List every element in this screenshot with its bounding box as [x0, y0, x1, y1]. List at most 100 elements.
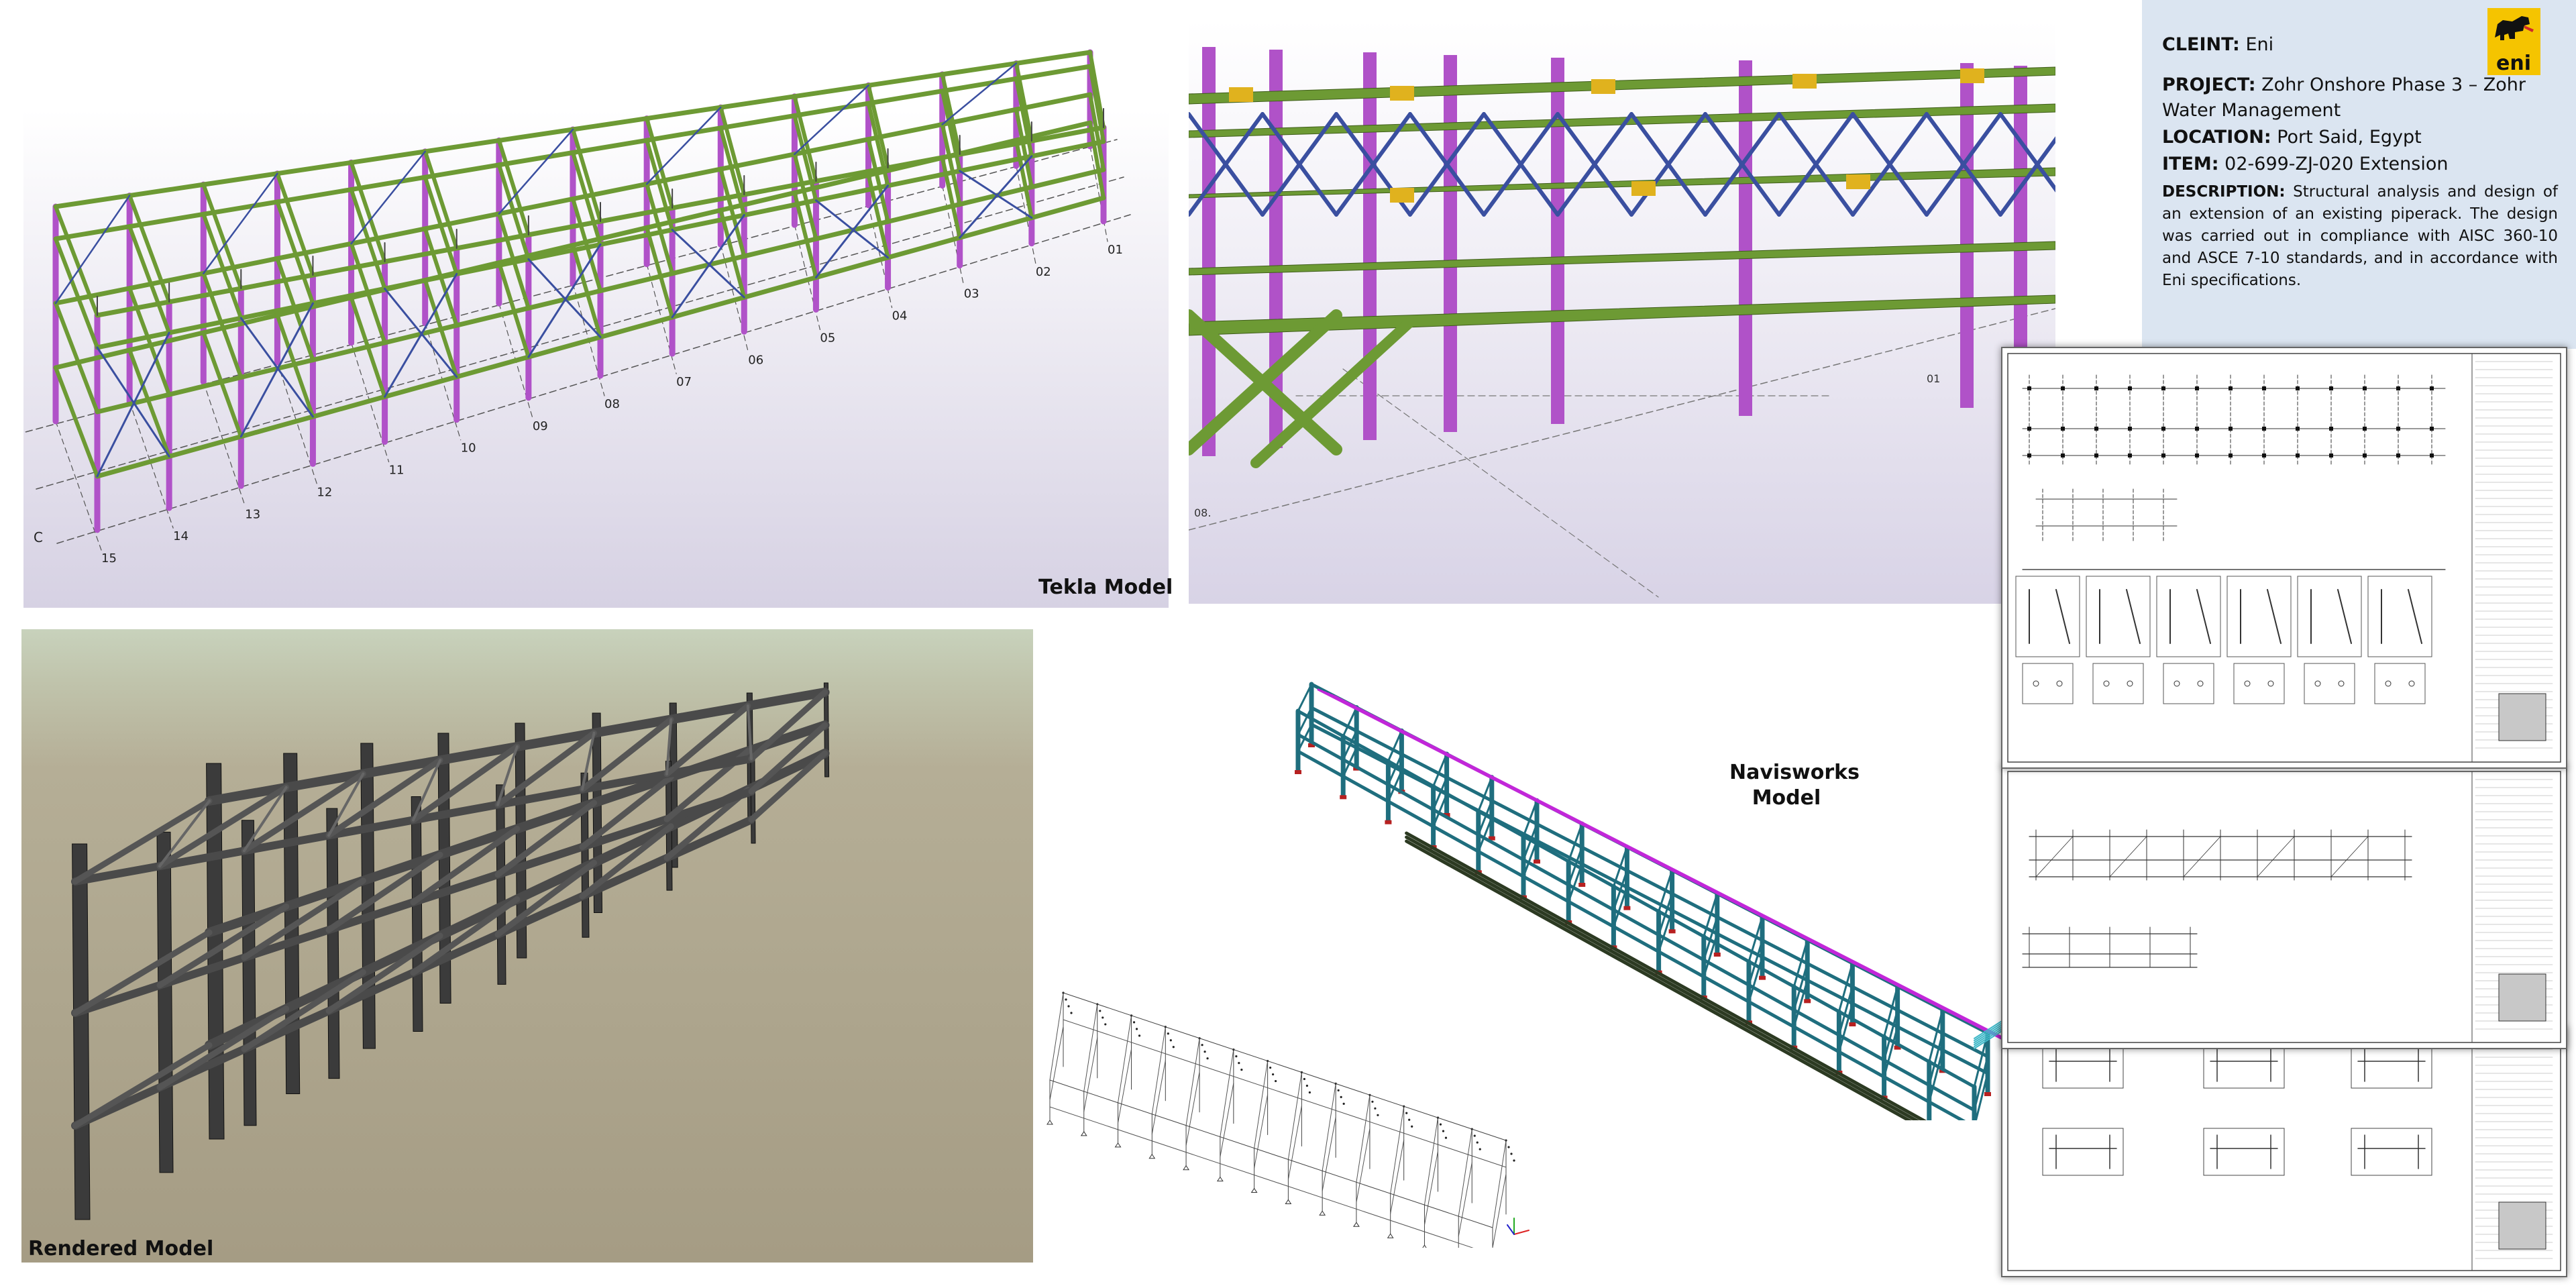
- plan-column: [2094, 453, 2098, 458]
- sheet-border: [2007, 771, 2561, 1043]
- plan-column: [2430, 427, 2434, 431]
- plan-column: [2396, 453, 2400, 458]
- anchor-bolt: [2127, 680, 2133, 687]
- tekla-longitudinal-beam: [201, 171, 280, 187]
- analytical-model-view: [1036, 979, 1540, 1248]
- rendered-model-drawing: [71, 682, 830, 1220]
- analytical-node: [1507, 1146, 1510, 1148]
- rendered-column: [241, 820, 257, 1126]
- anchor-bolt: [2244, 680, 2251, 687]
- tekla-longitudinal-beam: [570, 138, 649, 155]
- analytical-member: [1049, 1106, 1474, 1248]
- elevation-brace: [2257, 836, 2295, 877]
- tekla-closeup-drawing: 010808.: [1189, 47, 2055, 598]
- analytical-node: [1201, 1044, 1203, 1046]
- section-view: [2203, 1128, 2285, 1176]
- navis-base-plate: [1340, 795, 1347, 800]
- tekla-transverse-beam: [349, 160, 387, 264]
- anchor-bolt: [2408, 680, 2415, 687]
- navis-base-plate: [1759, 975, 1766, 980]
- grid-col-label: 06: [748, 353, 763, 367]
- analytical-node: [1476, 1141, 1479, 1144]
- analytical-support: [1250, 1187, 1258, 1193]
- tekla-transverse-beam: [423, 149, 459, 250]
- anchor-bolt: [2385, 680, 2392, 687]
- tekla-longitudinal-beam: [274, 241, 354, 261]
- analytical-node: [1374, 1107, 1377, 1110]
- analytical-node: [1371, 1100, 1374, 1103]
- plan-column: [2027, 386, 2031, 390]
- analytical-node: [1275, 1079, 1277, 1083]
- analytical-node: [1479, 1148, 1481, 1150]
- analytical-node: [1337, 1089, 1340, 1091]
- tekla-longitudinal-beam: [127, 271, 206, 291]
- detail-view: [2086, 576, 2151, 657]
- navis-base-plate: [1623, 906, 1631, 910]
- navis-base-plate: [1534, 859, 1540, 864]
- plan-column: [2229, 427, 2233, 431]
- tekla-brace: [54, 195, 131, 305]
- tekla-longitudinal-beam: [1014, 64, 1093, 81]
- plan-column: [2128, 453, 2132, 458]
- rendered-column: [72, 843, 91, 1220]
- analytical-node: [1167, 1032, 1169, 1035]
- analytical-node: [1132, 1021, 1136, 1024]
- analytical-model-drawing: [1046, 991, 1529, 1248]
- analytical-node: [1240, 1069, 1243, 1071]
- rendered-model-view: [21, 629, 1033, 1263]
- client-value: Eni: [2245, 34, 2274, 55]
- plan-column: [2363, 453, 2367, 458]
- grid-col-label: 12: [317, 485, 332, 499]
- tekla-longitudinal-beam: [496, 150, 576, 168]
- tekla-longitudinal-beam: [423, 138, 502, 154]
- navis-base-plate: [1984, 1092, 1991, 1096]
- elevation-brace: [2330, 836, 2369, 877]
- plan-column: [2363, 386, 2367, 390]
- grid-col-label: 09: [533, 419, 548, 433]
- baseplate-detail: [2163, 663, 2214, 704]
- tekla-transverse-beam: [718, 208, 747, 300]
- navis-base-plate: [1578, 883, 1586, 887]
- tekla-longitudinal-beam: [866, 89, 945, 106]
- eni-logo: eni: [2485, 7, 2542, 77]
- closeup-gusset-plate: [1229, 87, 1253, 102]
- analytical-member: [1063, 1019, 1507, 1168]
- rendered-column: [156, 831, 174, 1173]
- tekla-longitudinal-beam: [53, 347, 132, 370]
- tekla-model-view: ABC151413121110090807060504030201: [23, 0, 1169, 608]
- detail-member: [2267, 589, 2282, 644]
- tekla-longitudinal-beam: [349, 174, 428, 193]
- closeup-gusset-plate: [1390, 86, 1414, 101]
- detail-member: [2196, 589, 2211, 644]
- plan-column: [2329, 427, 2333, 431]
- analytical-node: [1203, 1051, 1206, 1053]
- tekla-transverse-beam: [792, 113, 818, 203]
- plan-column: [2296, 386, 2300, 390]
- tekla-longitudinal-beam: [454, 232, 531, 251]
- analytical-support: [1422, 1244, 1427, 1248]
- plan-column: [2061, 427, 2065, 431]
- analytical-node: [1104, 1023, 1107, 1026]
- baseplate-detail: [2304, 663, 2355, 704]
- analytical-node: [1065, 998, 1067, 1001]
- tekla-longitudinal-beam: [792, 101, 871, 118]
- grid-row-label: C: [34, 529, 43, 545]
- navisworks-model-caption: Navisworks Model: [1729, 760, 1860, 811]
- plan-column: [2430, 453, 2434, 458]
- closeup-grid-line: [1342, 368, 1659, 598]
- plan-column: [2061, 386, 2065, 390]
- navis-base-plate: [1849, 1022, 1856, 1026]
- grid-col-label: 15: [101, 551, 117, 566]
- anchor-bolt: [2033, 680, 2039, 687]
- tekla-model-caption: Tekla Model: [1038, 576, 1173, 599]
- rendered-cross-beam: [241, 969, 366, 1053]
- plan-column: [2128, 386, 2132, 390]
- analytical-support: [1114, 1142, 1122, 1148]
- drawing-sheet-2-content: [2007, 771, 2561, 1043]
- analytical-node: [1172, 1046, 1175, 1049]
- description-line: DESCRIPTION: Structural analysis and des…: [2162, 181, 2558, 292]
- drawing-sheet-3: [2001, 1026, 2567, 1277]
- tekla-longitudinal-beam: [526, 219, 603, 237]
- analytical-node: [1342, 1102, 1345, 1105]
- closeup-gusset-plate: [1631, 181, 1656, 196]
